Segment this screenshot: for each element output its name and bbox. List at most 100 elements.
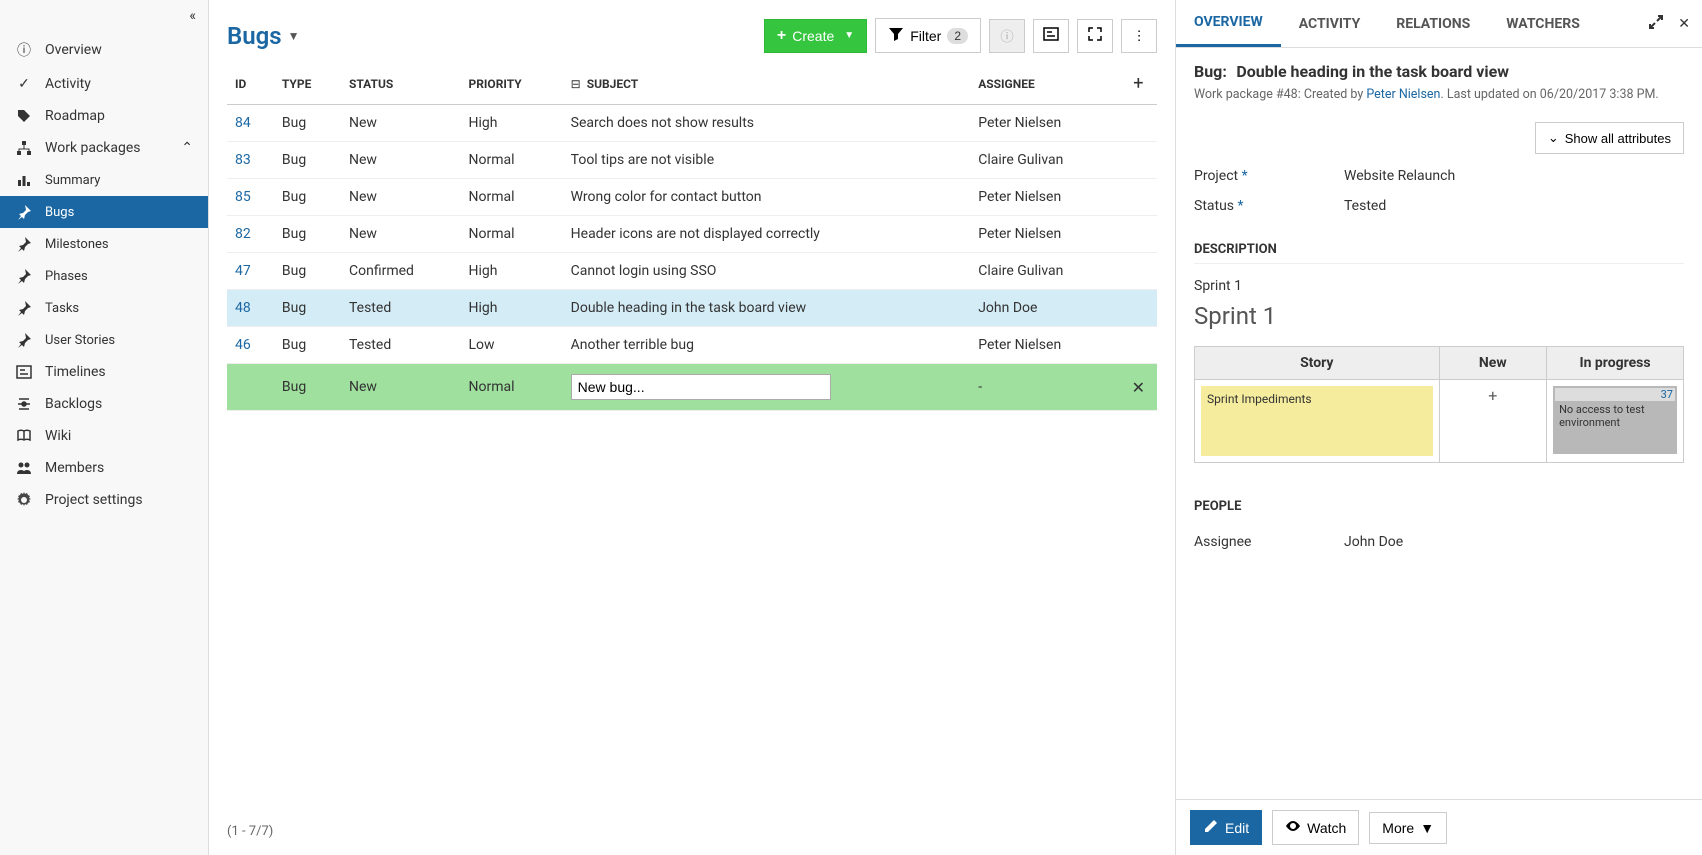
author-link[interactable]: Peter Nielsen bbox=[1366, 87, 1440, 102]
timeline-button[interactable] bbox=[1033, 19, 1069, 53]
kebab-icon: ⋮ bbox=[1132, 28, 1145, 44]
meta-prefix: Work package #48: Created by bbox=[1194, 87, 1366, 102]
cell-priority: Normal bbox=[460, 142, 562, 179]
sidebar-item-label: Milestones bbox=[45, 237, 109, 252]
fullscreen-button[interactable] bbox=[1077, 19, 1113, 53]
add-task-button[interactable]: + bbox=[1439, 380, 1547, 463]
chart-icon bbox=[15, 172, 33, 188]
backlog-icon bbox=[15, 396, 33, 412]
assignee-value[interactable]: John Doe bbox=[1344, 534, 1684, 550]
table-row[interactable]: 82BugNewNormalHeader icons are not displ… bbox=[227, 216, 1157, 253]
table-row[interactable]: 85BugNewNormalWrong color for contact bu… bbox=[227, 179, 1157, 216]
hierarchy-icon: ⊟ bbox=[571, 77, 581, 91]
cell-id: 83 bbox=[227, 142, 274, 179]
status-value[interactable]: Tested bbox=[1344, 198, 1684, 214]
sidebar-item-project-settings[interactable]: Project settings bbox=[0, 484, 208, 516]
col-status[interactable]: STATUS bbox=[341, 63, 461, 105]
task-number: 37 bbox=[1555, 388, 1675, 401]
sidebar-item-members[interactable]: Members bbox=[0, 452, 208, 484]
col-id[interactable]: ID bbox=[227, 63, 274, 105]
show-all-attributes-button[interactable]: ⌄ Show all attributes bbox=[1535, 122, 1684, 154]
sidebar-item-user-stories[interactable]: User Stories bbox=[0, 324, 208, 356]
sidebar-item-tasks[interactable]: Tasks bbox=[0, 292, 208, 324]
pin-icon bbox=[15, 236, 33, 252]
edit-button[interactable]: Edit bbox=[1190, 810, 1262, 845]
show-all-label: Show all attributes bbox=[1565, 131, 1671, 146]
sidebar-item-backlogs[interactable]: Backlogs bbox=[0, 388, 208, 420]
sidebar-item-milestones[interactable]: Milestones bbox=[0, 228, 208, 260]
work-package-title[interactable]: Double heading in the task board view bbox=[1236, 62, 1509, 81]
add-column-button[interactable]: + bbox=[1120, 63, 1157, 105]
close-button[interactable]: ✕ bbox=[1674, 14, 1694, 34]
cell-id bbox=[227, 364, 274, 411]
table-row[interactable]: 47BugConfirmedHighCannot login using SSO… bbox=[227, 253, 1157, 290]
sidebar-item-label: Members bbox=[45, 460, 104, 476]
cell-status: Tested bbox=[341, 327, 461, 364]
info-button[interactable]: ⓘ bbox=[989, 19, 1025, 53]
expand-button[interactable] bbox=[1644, 12, 1668, 36]
sidebar-item-overview[interactable]: ⓘ Overview bbox=[0, 32, 208, 68]
cell-type: Bug bbox=[274, 142, 341, 179]
pin-icon bbox=[15, 300, 33, 316]
filter-icon bbox=[888, 26, 904, 45]
cell-assignee[interactable]: - bbox=[970, 364, 1119, 411]
page-title-dropdown[interactable]: Bugs ▼ bbox=[227, 22, 300, 50]
cell-subject: Wrong color for contact button bbox=[563, 179, 971, 216]
sidebar-item-phases[interactable]: Phases bbox=[0, 260, 208, 292]
cell-spacer bbox=[1120, 327, 1157, 364]
sidebar-item-label: Timelines bbox=[45, 364, 106, 380]
subject-input[interactable] bbox=[571, 374, 831, 400]
sidebar-item-timelines[interactable]: Timelines bbox=[0, 356, 208, 388]
filter-button[interactable]: Filter 2 bbox=[875, 18, 981, 53]
table-row[interactable]: 84BugNewHighSearch does not show results… bbox=[227, 105, 1157, 142]
table-row[interactable]: 48BugTestedHighDouble heading in the tas… bbox=[227, 290, 1157, 327]
sidebar-item-work-packages[interactable]: Work packages ⌃ bbox=[0, 132, 208, 164]
tab-overview[interactable]: OVERVIEW bbox=[1176, 0, 1281, 47]
cell-spacer bbox=[1120, 179, 1157, 216]
cell-assignee: Peter Nielsen bbox=[970, 179, 1119, 216]
sidebar-collapse-button[interactable]: « bbox=[0, 0, 208, 32]
id-link[interactable]: 83 bbox=[235, 152, 251, 168]
cell-priority[interactable]: Normal bbox=[460, 364, 562, 411]
id-link[interactable]: 47 bbox=[235, 263, 251, 279]
create-button[interactable]: + Create ▼ bbox=[764, 19, 867, 53]
tab-watchers[interactable]: WATCHERS bbox=[1488, 2, 1598, 46]
tab-relations[interactable]: RELATIONS bbox=[1378, 2, 1488, 46]
project-value[interactable]: Website Relaunch bbox=[1344, 168, 1684, 184]
id-link[interactable]: 82 bbox=[235, 226, 251, 242]
id-link[interactable]: 48 bbox=[235, 300, 251, 316]
cell-id: 46 bbox=[227, 327, 274, 364]
task-text: No access to test environment bbox=[1559, 403, 1671, 429]
cell-status[interactable]: New bbox=[341, 364, 461, 411]
col-priority[interactable]: PRIORITY bbox=[460, 63, 562, 105]
cell-priority: High bbox=[460, 290, 562, 327]
more-button[interactable]: ⋮ bbox=[1121, 19, 1157, 53]
sidebar-item-roadmap[interactable]: Roadmap bbox=[0, 100, 208, 132]
table-row[interactable]: 83BugNewNormalTool tips are not visibleC… bbox=[227, 142, 1157, 179]
cell-priority: Low bbox=[460, 327, 562, 364]
cell-subject: Tool tips are not visible bbox=[563, 142, 971, 179]
sidebar-item-summary[interactable]: Summary bbox=[0, 164, 208, 196]
caret-down-icon: ▼ bbox=[1420, 820, 1434, 836]
id-link[interactable]: 85 bbox=[235, 189, 251, 205]
pin-icon bbox=[15, 204, 33, 220]
more-actions-button[interactable]: More ▼ bbox=[1369, 812, 1447, 844]
main: Bugs ▼ + Create ▼ Filter 2 ⓘ ⋮ bbox=[209, 0, 1175, 855]
watch-button[interactable]: Watch bbox=[1272, 810, 1359, 845]
cell-type[interactable]: Bug bbox=[274, 364, 341, 411]
id-link[interactable]: 46 bbox=[235, 337, 251, 353]
col-subject[interactable]: ⊟SUBJECT bbox=[563, 63, 971, 105]
col-assignee[interactable]: ASSIGNEE bbox=[970, 63, 1119, 105]
sidebar-item-wiki[interactable]: Wiki bbox=[0, 420, 208, 452]
cell-status: Confirmed bbox=[341, 253, 461, 290]
cell-assignee: John Doe bbox=[970, 290, 1119, 327]
close-new-row-button[interactable]: ✕ bbox=[1128, 378, 1149, 397]
sidebar-item-label: Roadmap bbox=[45, 108, 105, 124]
sidebar-item-activity[interactable]: ✓ Activity bbox=[0, 68, 208, 100]
tab-activity[interactable]: ACTIVITY bbox=[1281, 2, 1379, 46]
cell-spacer bbox=[1120, 142, 1157, 179]
table-row[interactable]: 46BugTestedLowAnother terrible bugPeter … bbox=[227, 327, 1157, 364]
col-type[interactable]: TYPE bbox=[274, 63, 341, 105]
id-link[interactable]: 84 bbox=[235, 115, 251, 131]
sidebar-item-bugs[interactable]: Bugs bbox=[0, 196, 208, 228]
